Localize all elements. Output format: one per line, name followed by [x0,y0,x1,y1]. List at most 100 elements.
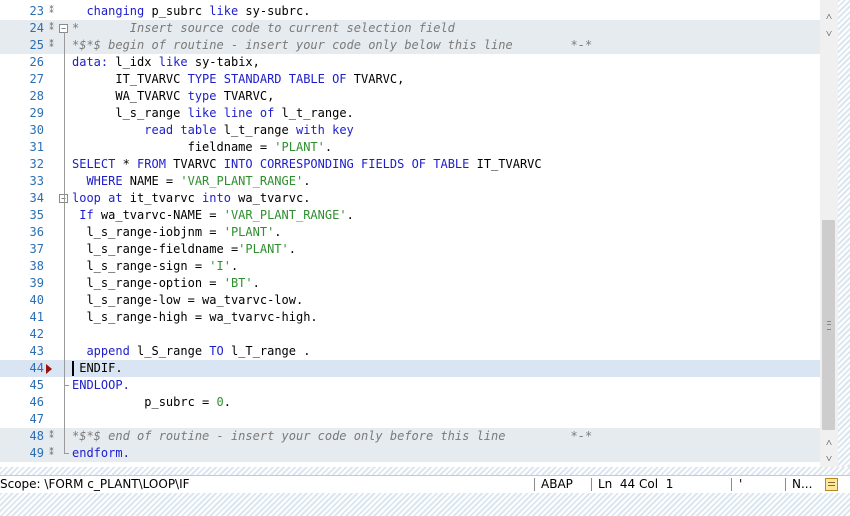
code-line[interactable]: 41 l_s_range-high = wa_tvarvc-high. [0,309,820,326]
status-separator [785,478,786,491]
code-token: . [288,242,296,256]
code-text: ENDIF. [72,360,122,377]
code-token: TYPE STANDARD TABLE OF [187,72,354,86]
code-text: l_s_range-high = wa_tvarvc-high. [72,309,317,326]
line-number: 47 [29,412,44,426]
code-token: l_T_range . [230,344,311,358]
code-line[interactable]: 42 [0,326,820,343]
code-text: WHERE NAME = 'VAR_PLANT_RANGE'. [72,173,310,190]
code-line[interactable]: 35 If wa_tvarvc-NAME = 'VAR_PLANT_RANGE'… [0,207,820,224]
code-text: l_s_range-iobjnm = 'PLANT'. [72,224,281,241]
code-token: *$*$ begin of routine - insert your code… [72,38,593,52]
code-token: l_s_range [72,106,188,120]
code-token: like [209,4,246,18]
chevron-up-icon[interactable]: ˄ [820,8,838,25]
code-token: 'I' [209,259,231,273]
code-text: If wa_tvarvc-NAME = 'VAR_PLANT_RANGE'. [72,207,354,224]
line-number: 37 [29,242,44,256]
line-number: 33 [29,174,44,188]
code-line[interactable]: 44 ENDIF. [0,360,820,377]
code-text: l_s_range-fieldname ='PLANT'. [72,241,296,258]
code-token: TVARVC [173,157,224,171]
code-line[interactable]: 32 SELECT * FROM TVARVC INTO CORRESPONDIN… [0,156,820,173]
code-token: SELECT [72,157,123,171]
code-token: IT_TVARVC [476,157,542,171]
mode-label: N... [792,477,813,491]
code-text: changing p_subrc like sy-subrc. [72,3,310,20]
code-token: like [158,55,195,69]
code-line[interactable]: 43 append l_S_range TO l_T_range . [0,343,820,360]
code-line[interactable]: 28 WA_TVARVC type TVARVC, [0,88,820,105]
line-number: 28 [29,89,44,103]
code-token: TVARVC, [353,72,405,86]
line-number: 40 [29,293,44,307]
code-line[interactable]: 37 l_s_range-fieldname ='PLANT'. [0,241,820,258]
code-token: . [252,276,260,290]
code-token: 0 [216,395,224,409]
scrollbar-thumb[interactable] [822,220,835,430]
code-line[interactable]: 29 l_s_range like line of l_t_range. [0,105,820,122]
insert-mode-indicator: ' [739,477,743,491]
code-token: like line of [187,106,282,120]
code-line[interactable]: 31 fieldname = 'PLANT'. [0,139,820,156]
notes-icon[interactable] [825,478,838,491]
code-text: WA_TVARVC type TVARVC, [72,88,274,105]
window-frame [0,493,850,516]
code-token: l_s_range-sign = [72,259,210,273]
code-line[interactable]: 30 read table l_t_range with key [0,122,820,139]
code-line[interactable]: 24 ⁑ − * Insert source code to current sele… [0,20,820,37]
current-line-arrow-icon [46,364,52,374]
code-token: endform. [72,446,130,460]
code-token: . [303,174,311,188]
code-text: l_s_range-low = wa_tvarvc-low. [72,292,303,309]
code-line[interactable]: 46 p_subrc = 0. [0,394,820,411]
code-token: l_s_range-low = wa_tvarvc-low. [72,293,304,307]
code-line[interactable]: 47 [0,411,820,428]
code-token: with key [295,123,354,137]
code-token: p_subrc = [72,395,217,409]
code-token: TVARVC, [223,89,275,103]
code-line[interactable]: 34−loop at it_tvarvc into wa_tvarvc. [0,190,820,207]
code-text: fieldname = 'PLANT'. [72,139,333,156]
code-line[interactable]: 38 l_s_range-sign = 'I'. [0,258,820,275]
line-number: 31 [29,140,44,154]
code-line[interactable]: 26 data: l_idx like sy-tabix, [0,54,820,71]
code-token: 'VAR_PLANT_RANGE' [180,174,304,188]
code-text: endform. [72,445,130,462]
code-token: append [72,344,138,358]
code-text: loop at it_tvarvc into wa_tvarvc. [72,190,310,207]
code-text: l_s_range-sign = 'I'. [72,258,238,275]
code-line[interactable]: 48 ⁑ *$*$ end of routine - insert your cod… [0,428,820,445]
line-number: 29 [29,106,44,120]
code-editor[interactable]: 23 ⁑ changing p_subrc like sy-subrc. 24 ⁑ − *… [0,0,820,467]
vertical-scrollbar[interactable]: ˄ ˅ ˄ ˅ [820,0,838,467]
grip-icon [827,321,831,330]
code-token: data: [72,55,116,69]
code-line[interactable]: 33 WHERE NAME = 'VAR_PLANT_RANGE'. [0,173,820,190]
change-marker-icon: ⁑ [49,23,54,33]
line-number: 36 [29,225,44,239]
code-token: sy-tabix, [194,55,260,69]
code-token: *$*$ end of routine - insert your code o… [72,429,593,443]
chevron-down-icon[interactable]: ˅ [820,450,838,467]
code-token: WA_TVARVC [72,89,188,103]
code-token: * [122,157,138,171]
code-token: l_s_range-iobjnm = [72,225,224,239]
code-line[interactable]: 25 ⁑ *$*$ begin of routine - insert your c… [0,37,820,54]
line-number: 32 [29,157,44,171]
code-line[interactable]: 23 ⁑ changing p_subrc like sy-subrc. [0,3,820,20]
chevron-down-icon[interactable]: ˅ [820,25,838,42]
code-token: p_subrc [151,4,210,18]
code-token: 'VAR_PLANT_RANGE' [223,208,347,222]
code-line[interactable]: 27 IT_TVARVC TYPE STANDARD TABLE OF TVAR… [0,71,820,88]
line-number: 49 [29,446,44,460]
code-line[interactable]: 40 l_s_range-low = wa_tvarvc-low. [0,292,820,309]
chevron-up-icon[interactable]: ˄ [820,434,838,451]
line-number: 26 [29,55,44,69]
code-line[interactable]: 39 l_s_range-option = 'BT'. [0,275,820,292]
code-token: 'BT' [223,276,253,290]
code-line[interactable]: 45 ENDLOOP. [0,377,820,394]
code-line[interactable]: 36 l_s_range-iobjnm = 'PLANT'. [0,224,820,241]
code-line[interactable]: 49 ⁑ endform. [0,445,820,462]
code-token: IT_TVARVC [72,72,188,86]
